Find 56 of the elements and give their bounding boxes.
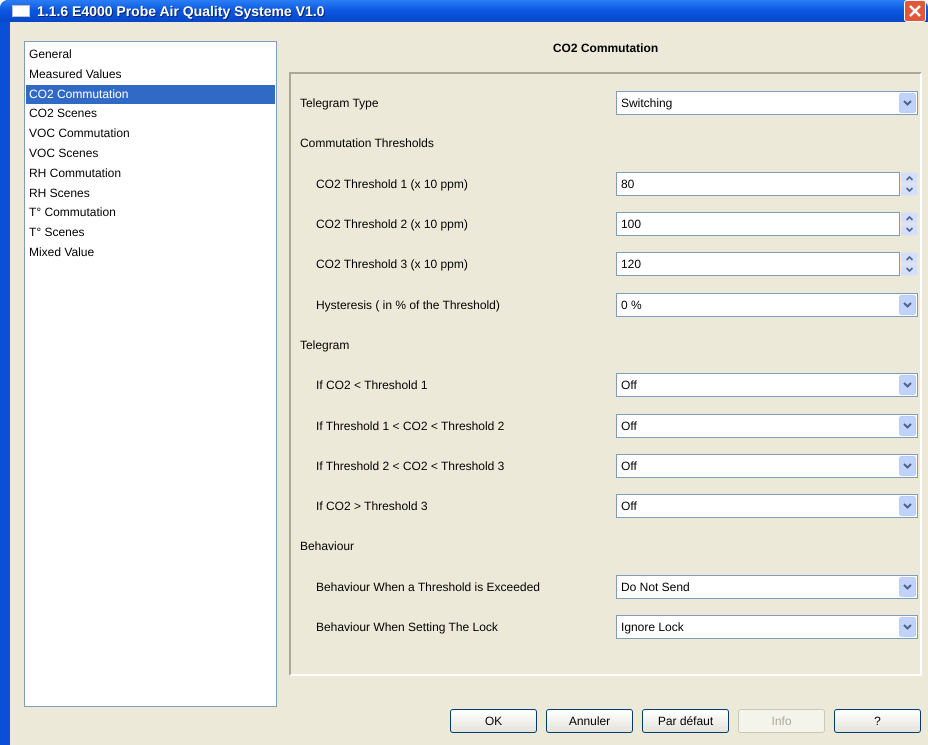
dropdown[interactable]: 0 % xyxy=(616,292,918,317)
sidebar-item[interactable]: VOC Scenes xyxy=(26,144,275,164)
dropdown[interactable]: Off xyxy=(616,494,918,518)
field-label: Behaviour When a Threshold is Exceeded xyxy=(315,578,540,596)
sidebar-item[interactable]: T° Scenes xyxy=(26,223,275,243)
dialog-button[interactable]: OK xyxy=(450,709,537,733)
caret-icon xyxy=(899,496,916,516)
section-heading: Commutation Thresholds xyxy=(299,135,434,152)
field-label: Telegram Type xyxy=(299,95,378,112)
field-label: Behaviour When Setting The Lock xyxy=(315,619,498,636)
sidebar-item[interactable]: T° Commutation xyxy=(26,203,275,224)
dropdown[interactable]: Ignore Lock xyxy=(616,615,918,639)
window-icon xyxy=(12,5,30,17)
caret-icon xyxy=(899,375,916,396)
field-label: Hysteresis ( in % of the Threshold) xyxy=(315,296,500,314)
window-title: 1.1.6 E4000 Probe Air Quality Systeme V1.0 xyxy=(37,2,324,21)
panel-title: CO2 Commutation xyxy=(552,41,660,57)
sidebar-item[interactable]: Measured Values xyxy=(26,64,275,85)
field-label: If Threshold 1 < CO2 < Threshold 2 xyxy=(315,418,504,435)
dialog-button[interactable]: ? xyxy=(834,709,921,733)
dropdown[interactable]: Off xyxy=(616,414,918,438)
caret-icon xyxy=(899,617,916,637)
field-label: CO2 Threshold 2 (x 10 ppm) xyxy=(315,216,468,234)
dropdown[interactable]: Off xyxy=(616,373,918,398)
sidebar-item[interactable]: Mixed Value xyxy=(26,242,275,263)
section-heading: Behaviour xyxy=(299,538,354,556)
field-label: CO2 Threshold 1 (x 10 ppm) xyxy=(315,176,468,193)
caret-icon xyxy=(899,416,916,436)
field-label: If Threshold 2 < CO2 < Threshold 3 xyxy=(315,458,504,475)
caret-icon xyxy=(899,93,916,114)
field-label: If CO2 > Threshold 3 xyxy=(315,498,428,516)
section-heading: Telegram xyxy=(299,336,350,354)
sidebar-item[interactable]: CO2 Commutation xyxy=(26,84,275,104)
close-button[interactable] xyxy=(904,0,926,22)
sidebar-item[interactable]: CO2 Scenes xyxy=(26,104,275,124)
caret-icon xyxy=(899,576,916,597)
spin-buttons[interactable] xyxy=(901,172,918,196)
sidebar-item[interactable]: RH Commutation xyxy=(26,164,275,184)
close-icon xyxy=(908,4,922,18)
caret-icon xyxy=(899,456,916,476)
spin-buttons[interactable] xyxy=(901,212,918,236)
field-label: If CO2 < Threshold 1 xyxy=(315,377,428,394)
sidebar-item[interactable]: General xyxy=(26,45,275,65)
sidebar-item[interactable]: RH Scenes xyxy=(26,184,275,204)
field-label: CO2 Threshold 3 (x 10 ppm) xyxy=(315,256,468,274)
input-field[interactable]: 80 xyxy=(616,172,900,196)
input-field[interactable]: 100 xyxy=(616,212,900,236)
dropdown[interactable]: Do Not Send xyxy=(616,574,918,599)
dropdown[interactable]: Switching xyxy=(616,91,918,116)
spin-buttons[interactable] xyxy=(901,252,918,276)
caret-icon xyxy=(899,294,916,315)
dropdown[interactable]: Off xyxy=(616,454,918,478)
dialog-button[interactable]: Annuler xyxy=(546,709,633,733)
dialog-button[interactable]: Par défaut xyxy=(642,709,729,733)
sidebar-item[interactable]: VOC Commutation xyxy=(26,124,275,144)
input-field[interactable]: 120 xyxy=(616,252,900,276)
